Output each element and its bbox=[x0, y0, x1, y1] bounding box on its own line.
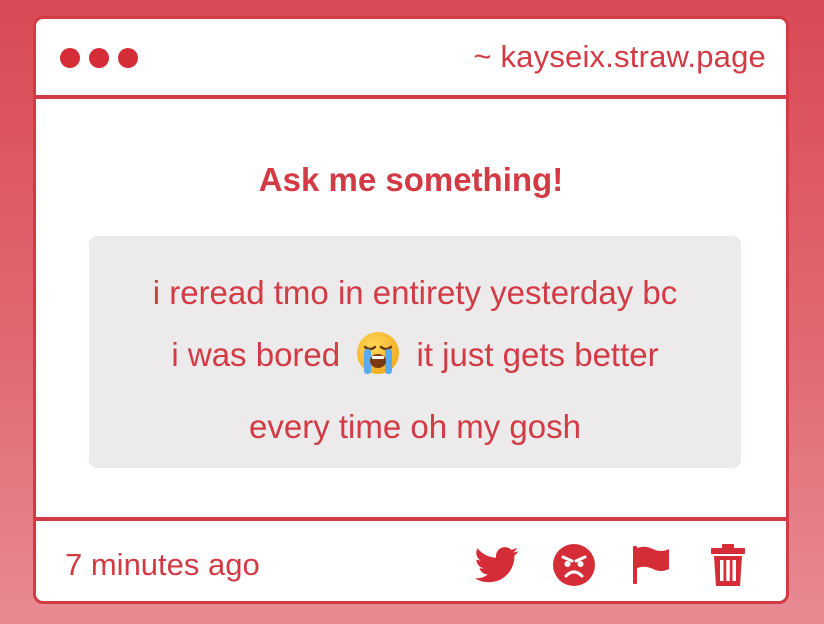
loudly-crying-face-icon bbox=[355, 330, 401, 396]
window-dot-icon bbox=[89, 48, 109, 68]
twitter-icon[interactable] bbox=[475, 543, 519, 587]
action-bar bbox=[475, 543, 750, 587]
window-dot-icon bbox=[60, 48, 80, 68]
message-line-1: i reread tmo in entirety yesterday bc bbox=[152, 274, 678, 311]
angry-face-icon[interactable] bbox=[552, 543, 596, 587]
ask-card: ~ kayseix.straw.page Ask me something! i… bbox=[33, 16, 789, 604]
page-url[interactable]: ~ kayseix.straw.page bbox=[473, 39, 766, 75]
trash-icon[interactable] bbox=[706, 543, 750, 587]
message-line-2-start: i was bored bbox=[171, 336, 341, 373]
message-box: i reread tmo in entirety yesterday bc i … bbox=[89, 236, 741, 468]
card-footer: 7 minutes ago bbox=[36, 517, 786, 601]
question-area: Ask me something! i reread tmo in entire… bbox=[36, 99, 786, 517]
flag-icon[interactable] bbox=[629, 543, 673, 587]
window-titlebar: ~ kayseix.straw.page bbox=[36, 19, 786, 99]
window-controls bbox=[60, 48, 138, 68]
page-title: Ask me something! bbox=[258, 161, 564, 198]
timestamp: 7 minutes ago bbox=[65, 547, 260, 582]
message-line-2-end: it just gets better bbox=[416, 336, 659, 373]
message-line-2: i was bored it just gets better bbox=[109, 324, 721, 396]
message-line-3: every time oh my gosh bbox=[249, 408, 581, 445]
window-dot-icon bbox=[118, 48, 138, 68]
